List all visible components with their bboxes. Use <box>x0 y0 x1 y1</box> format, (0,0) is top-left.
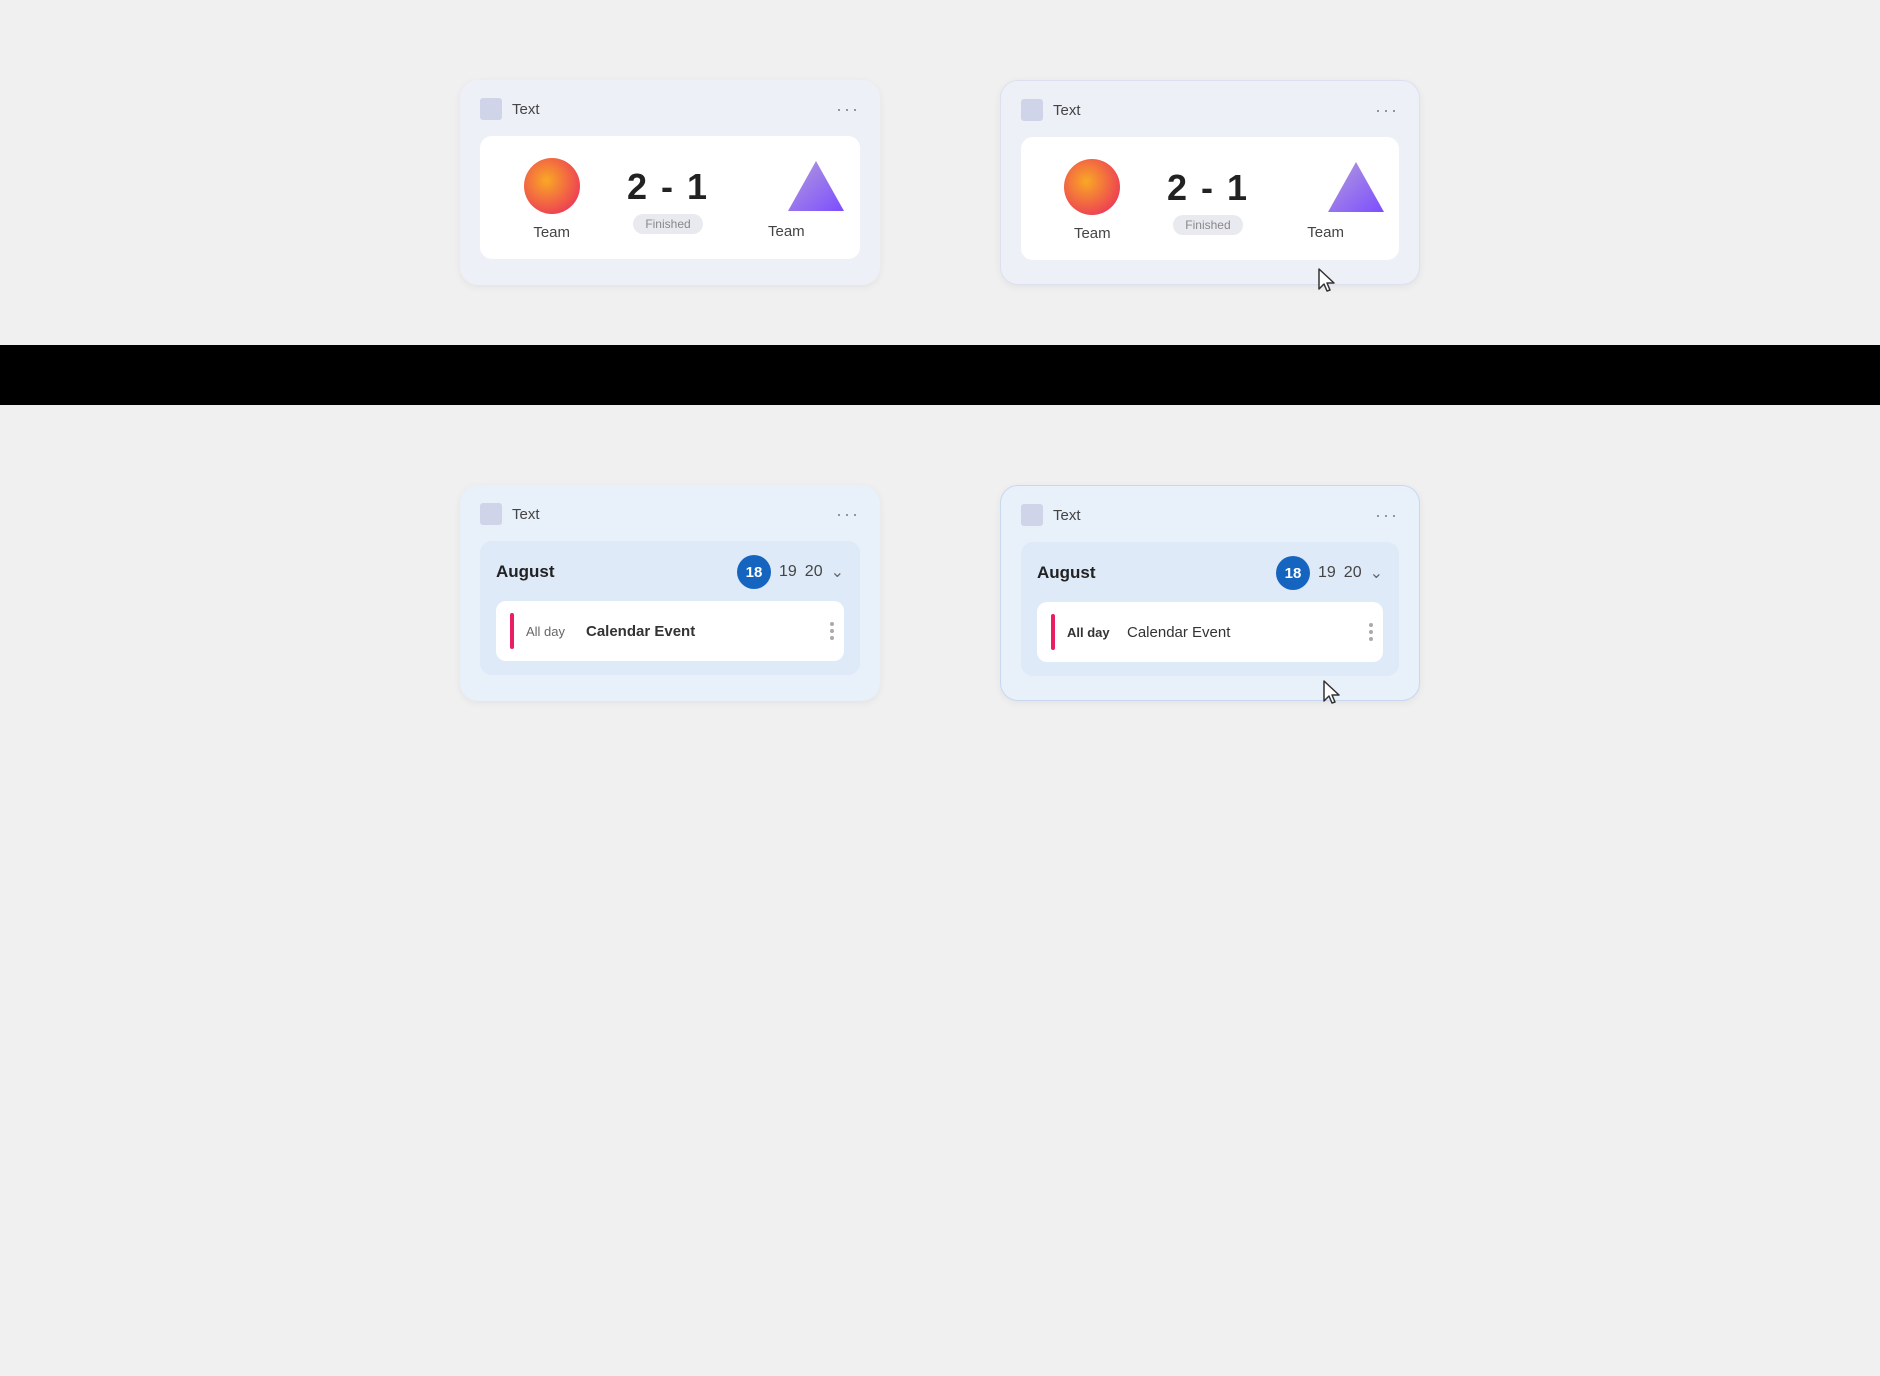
chevron-down-icon-1[interactable]: ⌄ <box>831 562 844 582</box>
calendar-inner-1: August 18 19 20 ⌄ All day Calendar Event <box>480 541 860 675</box>
event-name-1: Calendar Event <box>586 623 695 640</box>
date-circle-2[interactable]: 18 <box>1276 556 1310 590</box>
calendar-inner-2: August 18 19 20 ⌄ All day Calendar Event <box>1021 542 1399 676</box>
event-allday-2: All day <box>1067 625 1115 640</box>
calendar-dates-2: 18 19 20 ⌄ <box>1276 556 1383 590</box>
team1-label-2: Team <box>1074 225 1111 242</box>
event-name-2: Calendar Event <box>1127 624 1230 641</box>
card-title-2: Text <box>1053 102 1081 119</box>
team1-block-1: Team <box>524 158 580 241</box>
divider-bar <box>0 345 1880 405</box>
date-num-20-1[interactable]: 20 <box>805 563 823 581</box>
cursor-icon-2 <box>1322 679 1344 712</box>
cal-card-thumbnail-2 <box>1021 504 1043 526</box>
cursor-icon-1 <box>1317 267 1339 300</box>
calendar-month-2: August <box>1037 563 1096 583</box>
date-num-19-2[interactable]: 19 <box>1318 564 1336 582</box>
calendar-month-row-1: August 18 19 20 ⌄ <box>496 555 844 589</box>
cal-card-menu-icon-1[interactable]: ··· <box>836 504 860 525</box>
team2-label-1: Team <box>768 223 805 240</box>
calendar-event-row-2: All day Calendar Event <box>1037 602 1383 662</box>
calendar-month-row-2: August 18 19 20 ⌄ <box>1037 556 1383 590</box>
team2-icon-2 <box>1296 160 1356 214</box>
team2-label-2: Team <box>1307 224 1344 241</box>
team2-icon-1 <box>756 159 816 213</box>
cal-card-header-left-1: Text <box>480 503 540 525</box>
date-num-20-2[interactable]: 20 <box>1344 564 1362 582</box>
score-center-1: 2 - 1 Finished <box>627 166 709 234</box>
event-more-icon-1[interactable] <box>830 622 834 640</box>
cal-card-thumbnail-1 <box>480 503 502 525</box>
score-card-2: Text ··· Team 2 - 1 Finished <box>1000 80 1420 285</box>
cal-card-title-1: Text <box>512 506 540 523</box>
card-header-1: Text ··· <box>480 98 860 120</box>
card-thumbnail-1 <box>480 98 502 120</box>
team1-icon-2 <box>1064 159 1120 215</box>
top-section: Text ··· Team 2 - 1 Finished <box>0 0 1880 345</box>
score-text-2: 2 - 1 <box>1167 167 1249 209</box>
card-menu-icon-1[interactable]: ··· <box>836 99 860 120</box>
card-menu-icon-2[interactable]: ··· <box>1375 100 1399 121</box>
card-title-1: Text <box>512 101 540 118</box>
event-accent-bar-2 <box>1051 614 1055 650</box>
card-thumbnail-2 <box>1021 99 1043 121</box>
cal-card-menu-icon-2[interactable]: ··· <box>1375 505 1399 526</box>
cal-card-header-1: Text ··· <box>480 503 860 525</box>
score-inner-1: Team 2 - 1 Finished <box>480 136 860 259</box>
score-text-1: 2 - 1 <box>627 166 709 208</box>
chevron-down-icon-2[interactable]: ⌄ <box>1370 563 1383 583</box>
calendar-card-1: Text ··· August 18 19 20 ⌄ All day Calen… <box>460 485 880 701</box>
card-header-left-2: Text <box>1021 99 1081 121</box>
date-num-19-1[interactable]: 19 <box>779 563 797 581</box>
team2-block-2: Team <box>1296 160 1356 241</box>
score-card-1: Text ··· Team 2 - 1 Finished <box>460 80 880 285</box>
cal-card-title-2: Text <box>1053 507 1081 524</box>
score-center-2: 2 - 1 Finished <box>1167 167 1249 235</box>
bottom-section: Text ··· August 18 19 20 ⌄ All day Calen… <box>0 405 1880 761</box>
team1-icon-1 <box>524 158 580 214</box>
card-header-left-1: Text <box>480 98 540 120</box>
event-more-icon-2[interactable] <box>1369 623 1373 641</box>
cal-card-header-2: Text ··· <box>1021 504 1399 526</box>
team1-label-1: Team <box>533 224 570 241</box>
cal-card-header-left-2: Text <box>1021 504 1081 526</box>
finished-badge-2: Finished <box>1173 215 1242 235</box>
event-allday-1: All day <box>526 624 574 639</box>
calendar-month-1: August <box>496 562 555 582</box>
event-accent-bar-1 <box>510 613 514 649</box>
score-inner-2: Team 2 - 1 Finished <box>1021 137 1399 260</box>
team2-block-1: Team <box>756 159 816 240</box>
calendar-dates-1: 18 19 20 ⌄ <box>737 555 844 589</box>
finished-badge-1: Finished <box>633 214 702 234</box>
team1-block-2: Team <box>1064 159 1120 242</box>
calendar-event-row-1: All day Calendar Event <box>496 601 844 661</box>
card-header-2: Text ··· <box>1021 99 1399 121</box>
calendar-card-2: Text ··· August 18 19 20 ⌄ All day Calen… <box>1000 485 1420 701</box>
date-circle-1[interactable]: 18 <box>737 555 771 589</box>
